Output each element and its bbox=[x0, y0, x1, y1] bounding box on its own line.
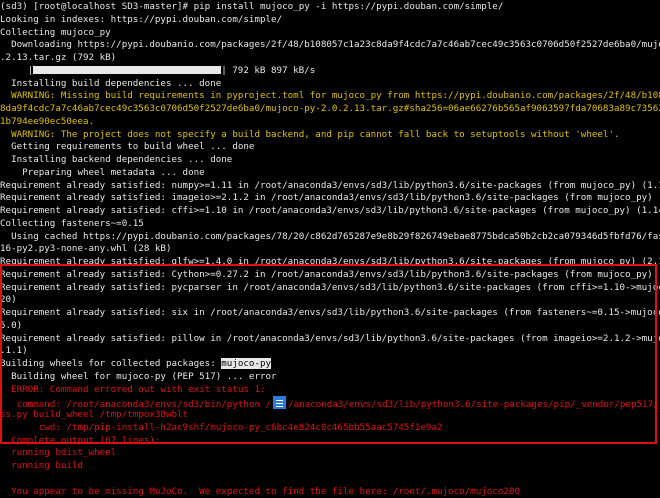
install-output-line: .1.1) bbox=[0, 345, 660, 358]
install-output-line: Requirement already satisfied: pycparser… bbox=[0, 282, 660, 295]
command-text-end: /anaconda3/envs/sd3/lib/python3.6/site-p… bbox=[288, 399, 660, 409]
command-prompt-line: (sd3) [root@localhost SD3-master]# pip i… bbox=[0, 1, 660, 14]
install-output-line: Requirement already satisfied: cffi>=1.1… bbox=[0, 205, 660, 218]
install-output-line: 5.0) bbox=[0, 320, 660, 333]
command-text-start: command: /root/anaconda3/envs/sd3/bin/py… bbox=[0, 399, 271, 409]
install-output-line: Requirement already satisfied: numpy>=1.… bbox=[0, 180, 660, 193]
progress-bar bbox=[33, 65, 221, 78]
file-document-icon[interactable] bbox=[273, 396, 286, 409]
output-block-requirements: Installing build dependencies ... done W… bbox=[0, 78, 660, 359]
download-progress: | | 792 kB 897 kB/s bbox=[0, 65, 660, 78]
download-output-line: Downloading https://pypi.doubanio.com/pa… bbox=[0, 39, 660, 52]
install-output-line: 8da9f4cdc7a7c46ab7cec49c3563c0706d50f252… bbox=[0, 103, 660, 116]
install-output-line: Requirement already satisfied: six in /r… bbox=[0, 307, 660, 320]
output-block-error-head: Building wheel for mujoco-py (PEP 517) .… bbox=[0, 371, 660, 397]
error-output-line: running build bbox=[0, 460, 660, 473]
progress-prefix: | bbox=[0, 65, 33, 76]
download-output-line: .2.13.tar.gz (792 kB) bbox=[0, 52, 660, 65]
error-command-line: command: /root/anaconda3/envs/sd3/bin/py… bbox=[0, 396, 660, 409]
install-output-line: Requirement already satisfied: imageio>=… bbox=[0, 192, 660, 205]
install-output-line: Using cached https://pypi.doubanio.com/p… bbox=[0, 231, 660, 244]
install-output-line: Requirement already satisfied: glfw>=1.4… bbox=[0, 256, 660, 269]
install-output-line: Installing backend dependencies ... done bbox=[0, 154, 660, 167]
install-output-line: Getting requirements to build wheel ... … bbox=[0, 141, 660, 154]
error-output-line: ss.py build_wheel /tmp/tmpox38wblt bbox=[0, 409, 660, 422]
terminal-output: (sd3) [root@localhost SD3-master]# pip i… bbox=[0, 1, 660, 498]
selected-package-text[interactable]: mujoco-py bbox=[221, 358, 271, 369]
install-output-line: Preparing wheel metadata ... done bbox=[0, 167, 660, 180]
install-output-line: Installing build dependencies ... done bbox=[0, 78, 660, 91]
error-output-line: Complete output (67 lines): bbox=[0, 435, 660, 448]
install-output-line: 16-py2.py3-none-any.whl (28 kB) bbox=[0, 243, 660, 256]
install-output-line: 20) bbox=[0, 294, 660, 307]
error-output-line: cwd: /tmp/pip-install-h2ac9shf/mujoco-py… bbox=[0, 422, 660, 435]
error-output-line: running bdist_wheel bbox=[0, 447, 660, 460]
download-output-line: Looking in indexes: https://pypi.douban.… bbox=[0, 14, 660, 27]
output-block-download: Looking in indexes: https://pypi.douban.… bbox=[0, 14, 660, 65]
error-output-line: You appear to be missing MuJoCo. We expe… bbox=[0, 486, 660, 498]
progress-suffix: | 792 kB 897 kB/s bbox=[221, 65, 315, 76]
install-output-line: WARNING: Missing build requirements in p… bbox=[0, 90, 660, 103]
build-output-line: Building wheel for mujoco-py (PEP 517) .… bbox=[0, 371, 660, 384]
install-output-line: Collecting fasteners~=0.15 bbox=[0, 218, 660, 231]
build-output-line: ERROR: Command errored out with exit sta… bbox=[0, 384, 660, 397]
building-wheels-line: Building wheels for collected packages: … bbox=[0, 358, 660, 371]
error-output-line bbox=[0, 473, 660, 486]
progress-bar-fill bbox=[33, 66, 221, 74]
output-block-error-body: ss.py build_wheel /tmp/tmpox38wblt cwd: … bbox=[0, 409, 660, 498]
download-output-line: Collecting mujoco_py bbox=[0, 27, 660, 40]
install-output-line: 1b794ee90ec50eea. bbox=[0, 116, 660, 129]
install-output-line: Requirement already satisfied: pillow in… bbox=[0, 333, 660, 346]
install-output-line: Requirement already satisfied: Cython>=0… bbox=[0, 269, 660, 282]
install-output-line: WARNING: The project does not specify a … bbox=[0, 129, 660, 142]
building-wheels-label: Building wheels for collected packages: bbox=[0, 358, 221, 369]
